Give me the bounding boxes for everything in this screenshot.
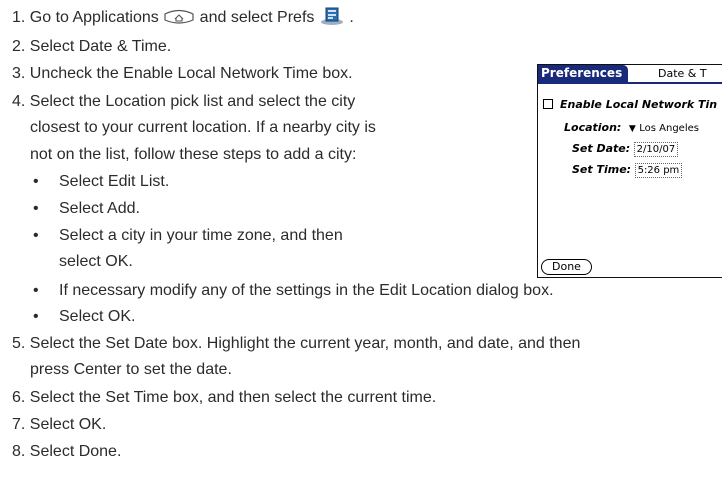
bullet-icon: • bbox=[33, 282, 39, 299]
bullet-item: • Select Edit List. bbox=[33, 171, 169, 193]
step-4-line-3: not on the list, follow these steps to a… bbox=[30, 146, 357, 163]
location-row: Location: ▼ Los Angeles bbox=[564, 121, 699, 136]
step-7: 7. Select OK. bbox=[12, 416, 107, 433]
set-date-field[interactable]: 2/10/07 bbox=[633, 142, 679, 157]
step-1-text-c: . bbox=[349, 9, 354, 26]
prefs-icon bbox=[319, 6, 345, 33]
step-1: 1. Go to Applications and select Prefs . bbox=[12, 6, 354, 33]
step-2: 2. Select Date & Time. bbox=[12, 38, 172, 55]
bullet-item: • If necessary modify any of the setting… bbox=[33, 280, 554, 302]
bullet-icon: • bbox=[33, 227, 39, 244]
bullet-icon: • bbox=[33, 308, 39, 325]
set-date-label: Set Date: bbox=[572, 142, 631, 155]
bullet-item: • Select a city in your time zone, and t… bbox=[33, 225, 343, 247]
preferences-title-tab: Preferences bbox=[538, 65, 629, 82]
set-time-label: Set Time: bbox=[572, 163, 632, 176]
step-5-line-2: press Center to set the date. bbox=[30, 361, 232, 378]
step-1-text-b: and select Prefs bbox=[199, 9, 315, 26]
set-time-field[interactable]: 5:26 pm bbox=[634, 163, 683, 178]
enable-network-time-label: Enable Local Network Tin bbox=[560, 98, 718, 111]
bullet-text: Select a city in your time zone, and the… bbox=[59, 227, 343, 244]
bullet-text: Select Add. bbox=[59, 200, 140, 217]
location-picklist[interactable]: Los Angeles bbox=[639, 123, 699, 134]
step-8: 8. Select Done. bbox=[12, 443, 122, 460]
bullet-text: Select Edit List. bbox=[59, 173, 170, 190]
step-5-line-1: 5. Select the Set Date box. Highlight th… bbox=[12, 335, 581, 352]
step-4-line-2: closest to your current location. If a n… bbox=[30, 119, 376, 136]
bullet-text: Select OK. bbox=[59, 308, 136, 325]
bullet-text-continued: select OK. bbox=[59, 253, 133, 270]
bullet-icon: • bbox=[33, 173, 39, 190]
enable-network-time-checkbox[interactable] bbox=[543, 99, 553, 109]
bullet-item: • Select OK. bbox=[33, 306, 135, 328]
bullet-text: If necessary modify any of the settings … bbox=[59, 282, 554, 299]
category-label[interactable]: Date & T bbox=[658, 65, 707, 82]
set-time-row: Set Time: 5:26 pm bbox=[572, 163, 683, 178]
applications-home-icon bbox=[163, 8, 195, 33]
step-6: 6. Select the Set Time box, and then sel… bbox=[12, 389, 437, 406]
set-date-row: Set Date: 2/10/07 bbox=[572, 142, 679, 157]
step-4-line-1: 4. Select the Location pick list and sel… bbox=[12, 93, 356, 110]
title-bar: Preferences Date & T bbox=[538, 65, 722, 84]
done-button[interactable]: Done bbox=[541, 259, 592, 275]
bullet-item: • Select Add. bbox=[33, 198, 140, 220]
location-dropdown-arrow-icon[interactable]: ▼ bbox=[629, 124, 636, 134]
step-3: 3. Uncheck the Enable Local Network Time… bbox=[12, 65, 353, 82]
enable-network-time-row[interactable]: Enable Local Network Tin bbox=[543, 98, 717, 112]
step-1-text-a: 1. Go to Applications bbox=[12, 9, 159, 26]
preferences-screen: Preferences Date & T Enable Local Networ… bbox=[537, 64, 722, 278]
location-label: Location: bbox=[564, 121, 622, 134]
bullet-icon: • bbox=[33, 200, 39, 217]
